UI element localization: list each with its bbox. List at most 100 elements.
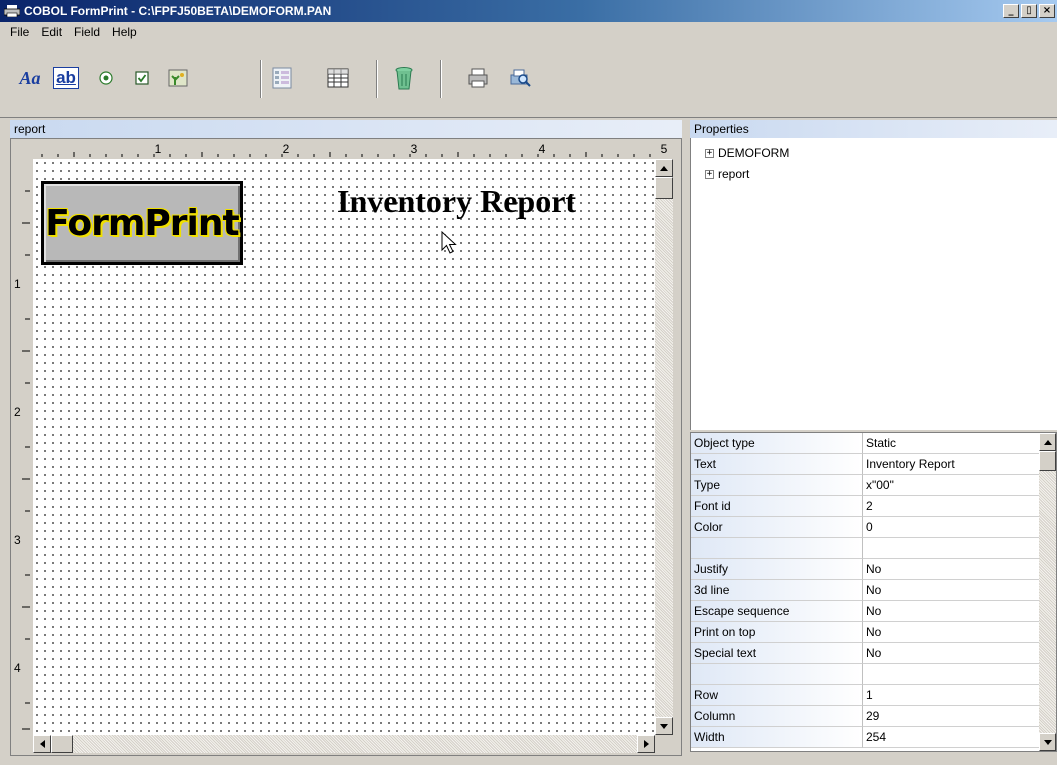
logo-text: FormPrint bbox=[45, 202, 239, 244]
trash-can-icon bbox=[395, 67, 413, 90]
arrow-left-icon bbox=[39, 740, 45, 748]
group-list-button[interactable] bbox=[268, 62, 296, 94]
property-name: Font id bbox=[691, 496, 863, 517]
edit-field-button[interactable]: ab bbox=[52, 62, 80, 94]
property-value[interactable]: No bbox=[863, 601, 1040, 622]
menu-help[interactable]: Help bbox=[106, 25, 143, 39]
scroll-right-button[interactable] bbox=[637, 735, 655, 753]
property-value[interactable]: 1 bbox=[863, 685, 1040, 706]
scroll-up-button[interactable] bbox=[655, 159, 673, 177]
property-value[interactable]: 2 bbox=[863, 496, 1040, 517]
properties-scroll-up-button[interactable] bbox=[1039, 433, 1056, 451]
radio-button-tool[interactable] bbox=[92, 62, 120, 94]
scroll-down-button[interactable] bbox=[655, 717, 673, 735]
property-value[interactable]: No bbox=[863, 559, 1040, 580]
print-preview-icon bbox=[510, 69, 531, 87]
tree-item-demoform[interactable]: + DEMOFORM bbox=[705, 146, 789, 160]
text-tool-button[interactable]: Aa bbox=[16, 62, 44, 94]
property-value[interactable]: No bbox=[863, 643, 1040, 664]
checkbox-icon bbox=[135, 71, 149, 85]
properties-scroll-down-button[interactable] bbox=[1039, 733, 1056, 751]
window-title: COBOL FormPrint - C:\FPFJ50BETA\DEMOFORM… bbox=[24, 4, 332, 18]
object-tree: + DEMOFORM + report bbox=[690, 138, 1057, 430]
horizontal-scrollbar[interactable] bbox=[33, 735, 655, 753]
property-row[interactable]: 3d line No bbox=[691, 580, 1040, 601]
property-row[interactable]: Text Inventory Report bbox=[691, 454, 1040, 475]
print-preview-button[interactable] bbox=[506, 62, 534, 94]
arrow-down-icon bbox=[1043, 739, 1052, 745]
delete-button[interactable] bbox=[390, 62, 418, 94]
image-tool-button[interactable] bbox=[164, 62, 192, 94]
property-name: Type bbox=[691, 475, 863, 496]
property-value[interactable]: Inventory Report bbox=[863, 454, 1040, 475]
ruler-h-label-5: 5 bbox=[661, 142, 668, 156]
property-row[interactable]: Justify No bbox=[691, 559, 1040, 580]
property-row[interactable]: Print on top No bbox=[691, 622, 1040, 643]
property-row[interactable]: Column 29 bbox=[691, 706, 1040, 727]
property-row[interactable]: Special text No bbox=[691, 643, 1040, 664]
property-row[interactable]: Object type Static bbox=[691, 433, 1040, 454]
vertical-scrollbar[interactable] bbox=[655, 159, 673, 735]
property-name bbox=[691, 538, 863, 559]
menu-edit[interactable]: Edit bbox=[35, 25, 68, 39]
property-row[interactable]: Font id 2 bbox=[691, 496, 1040, 517]
properties-grid: Object type Static Text Inventory Report T… bbox=[690, 432, 1057, 752]
property-row bbox=[691, 538, 1040, 559]
properties-scrollbar[interactable] bbox=[1039, 433, 1056, 751]
formprint-logo[interactable]: FormPrint bbox=[41, 181, 243, 265]
property-value[interactable]: No bbox=[863, 622, 1040, 643]
property-value[interactable]: 29 bbox=[863, 706, 1040, 727]
print-setup-button[interactable] bbox=[464, 62, 492, 94]
expand-icon[interactable]: + bbox=[705, 169, 714, 179]
tree-item-report[interactable]: + report bbox=[705, 167, 749, 181]
property-row bbox=[691, 664, 1040, 685]
table-button[interactable] bbox=[324, 62, 352, 94]
report-title-field[interactable]: Inventory Report bbox=[337, 183, 576, 220]
property-value[interactable]: Static bbox=[863, 433, 1040, 454]
property-value[interactable]: 0 bbox=[863, 517, 1040, 538]
menu-field[interactable]: Field bbox=[68, 25, 106, 39]
property-value[interactable]: x"00" bbox=[863, 475, 1040, 496]
ruler-h-label-2: 2 bbox=[283, 142, 290, 156]
ruler-h-label-1: 1 bbox=[155, 142, 162, 156]
property-value[interactable]: No bbox=[863, 580, 1040, 601]
design-grid[interactable]: FormPrint Inventory Report bbox=[33, 159, 655, 735]
property-name: 3d line bbox=[691, 580, 863, 601]
properties-scroll-thumb[interactable] bbox=[1039, 451, 1056, 471]
horizontal-ruler: 1 2 3 4 5 bbox=[33, 139, 673, 159]
property-row[interactable]: Width 254 bbox=[691, 727, 1040, 748]
restore-button[interactable]: ▯ bbox=[1021, 4, 1037, 18]
property-name: Object type bbox=[691, 433, 863, 454]
expand-icon[interactable]: + bbox=[705, 148, 714, 158]
property-name: Escape sequence bbox=[691, 601, 863, 622]
close-button[interactable]: × bbox=[1039, 4, 1055, 18]
ruler-v-label-3: 3 bbox=[14, 533, 21, 547]
ruler-v-label-4: 4 bbox=[14, 661, 21, 675]
vertical-scroll-thumb[interactable] bbox=[655, 177, 673, 199]
property-name: Column bbox=[691, 706, 863, 727]
property-name: Print on top bbox=[691, 622, 863, 643]
tree-item-label: report bbox=[718, 167, 750, 181]
report-designer: 1 2 3 4 5 1 2 3 4 FormPrint Inventory Re… bbox=[10, 138, 682, 756]
menu-bar: File Edit Field Help bbox=[0, 22, 1057, 42]
property-row[interactable]: Escape sequence No bbox=[691, 601, 1040, 622]
menu-file[interactable]: File bbox=[4, 25, 35, 39]
horizontal-scroll-thumb[interactable] bbox=[51, 735, 73, 753]
vertical-ruler: 1 2 3 4 bbox=[11, 159, 33, 735]
arrow-right-icon bbox=[643, 740, 649, 748]
property-row[interactable]: Type x"00" bbox=[691, 475, 1040, 496]
property-name: Row bbox=[691, 685, 863, 706]
property-name: Text bbox=[691, 454, 863, 475]
title-bar: COBOL FormPrint - C:\FPFJ50BETA\DEMOFORM… bbox=[0, 0, 1057, 22]
printer-icon bbox=[468, 68, 488, 88]
property-row[interactable]: Row 1 bbox=[691, 685, 1040, 706]
checkbox-tool[interactable] bbox=[128, 62, 156, 94]
minimize-button[interactable]: _ bbox=[1003, 4, 1019, 18]
property-value[interactable]: 254 bbox=[863, 727, 1040, 748]
property-value bbox=[863, 538, 1040, 559]
property-row[interactable]: Color 0 bbox=[691, 517, 1040, 538]
radio-icon bbox=[99, 71, 113, 85]
scroll-left-button[interactable] bbox=[33, 735, 51, 753]
arrow-up-icon bbox=[660, 165, 668, 171]
property-name bbox=[691, 664, 863, 685]
